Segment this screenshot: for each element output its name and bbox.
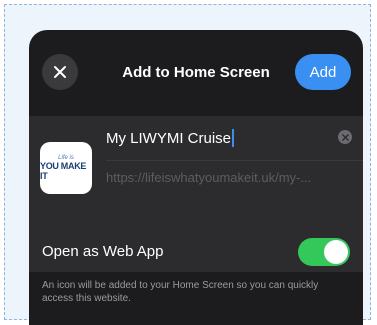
- open-as-web-app-label: Open as Web App: [42, 243, 164, 260]
- clear-icon: [341, 133, 349, 141]
- text-cursor: [232, 129, 235, 147]
- bookmark-url: https://lifeiswhatyoumakeit.uk/my-...: [106, 170, 312, 185]
- close-button[interactable]: [42, 54, 78, 90]
- open-as-web-app-toggle[interactable]: [298, 238, 350, 266]
- app-icon: Life is YOU MAKE IT: [40, 142, 92, 194]
- open-as-web-app-row: Open as Web App: [29, 232, 363, 272]
- bookmark-name-input[interactable]: My LIWYMI Cruise: [106, 127, 326, 149]
- add-to-home-screen-sheet: Add to Home Screen Add Life is YOU MAKE …: [29, 30, 363, 325]
- web-app-footnote: An icon will be added to your Home Scree…: [42, 280, 319, 304]
- bookmark-card: Life is YOU MAKE IT My LIWYMI Cruise htt…: [29, 116, 363, 236]
- clear-name-button[interactable]: [338, 130, 352, 144]
- add-button[interactable]: Add: [295, 54, 351, 90]
- close-icon: [54, 66, 66, 78]
- field-divider: [106, 160, 363, 161]
- toggle-knob: [324, 240, 348, 264]
- app-icon-big-text: YOU MAKE IT: [40, 161, 87, 181]
- bookmark-name-text: My LIWYMI Cruise: [106, 129, 232, 147]
- sheet-title: Add to Home Screen: [122, 64, 270, 81]
